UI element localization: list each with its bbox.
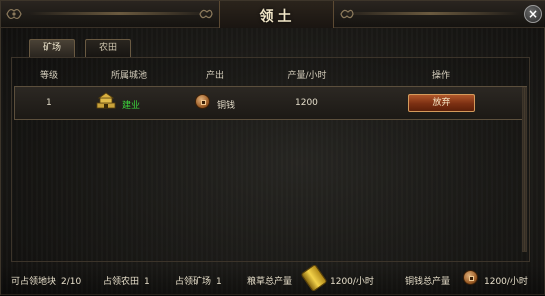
- close-icon: ×: [527, 7, 539, 21]
- column-header-rate: 产量/小时: [287, 71, 327, 81]
- dragon-ornament-icon: [6, 8, 22, 20]
- close-button[interactable]: ×: [524, 5, 542, 23]
- territory-window: 领土 × 矿场 农田 等级 所属城池 产出 产量/小时 操作 1 建业 铜钱 1…: [0, 0, 545, 296]
- farms-value: 1: [144, 277, 150, 287]
- window-title: 领土: [259, 9, 296, 25]
- scrollbar[interactable]: [522, 87, 527, 252]
- copper-total-label: 铜钱总产量: [405, 277, 451, 287]
- row-output: 铜钱: [217, 101, 236, 111]
- row-rate: 1200: [295, 98, 318, 108]
- plots-value: 2/10: [61, 277, 82, 287]
- title-scroll-right: [341, 12, 519, 15]
- footer-mines: 占领矿场 1: [175, 274, 222, 287]
- column-header-city: 所属城池: [110, 71, 148, 81]
- copper-coin-icon: [463, 270, 478, 285]
- grain-total-value: 1200/小时: [330, 277, 374, 287]
- column-header-output: 产出: [205, 71, 225, 81]
- tab-farmland[interactable]: 农田: [85, 39, 131, 57]
- copper-coin-icon: [195, 94, 210, 109]
- title-bar[interactable]: 领土 ×: [1, 1, 545, 28]
- row-level: 1: [46, 98, 52, 108]
- footer-farms: 占领农田 1: [103, 274, 150, 287]
- abandon-button[interactable]: 放弃: [408, 94, 475, 112]
- castle-icon: [96, 92, 116, 109]
- column-header-action: 操作: [431, 71, 451, 81]
- dragon-ornament-icon: [199, 9, 213, 19]
- plots-label: 可占领地块: [11, 277, 57, 287]
- farms-label: 占领农田: [103, 277, 140, 287]
- column-header-level: 等级: [39, 71, 59, 81]
- tab-mines[interactable]: 矿场: [29, 39, 75, 57]
- dragon-ornament-icon: [340, 9, 354, 19]
- mines-value: 1: [216, 277, 222, 287]
- title-scroll-left: [29, 12, 209, 15]
- copper-total-value: 1200/小时: [484, 277, 528, 287]
- footer-plots: 可占领地块 2/10: [11, 274, 81, 287]
- mines-label: 占领矿场: [175, 277, 212, 287]
- title-plaque: 领土: [219, 1, 334, 28]
- grain-total-label: 粮草总产量: [247, 277, 293, 287]
- row-city[interactable]: 建业: [122, 98, 140, 111]
